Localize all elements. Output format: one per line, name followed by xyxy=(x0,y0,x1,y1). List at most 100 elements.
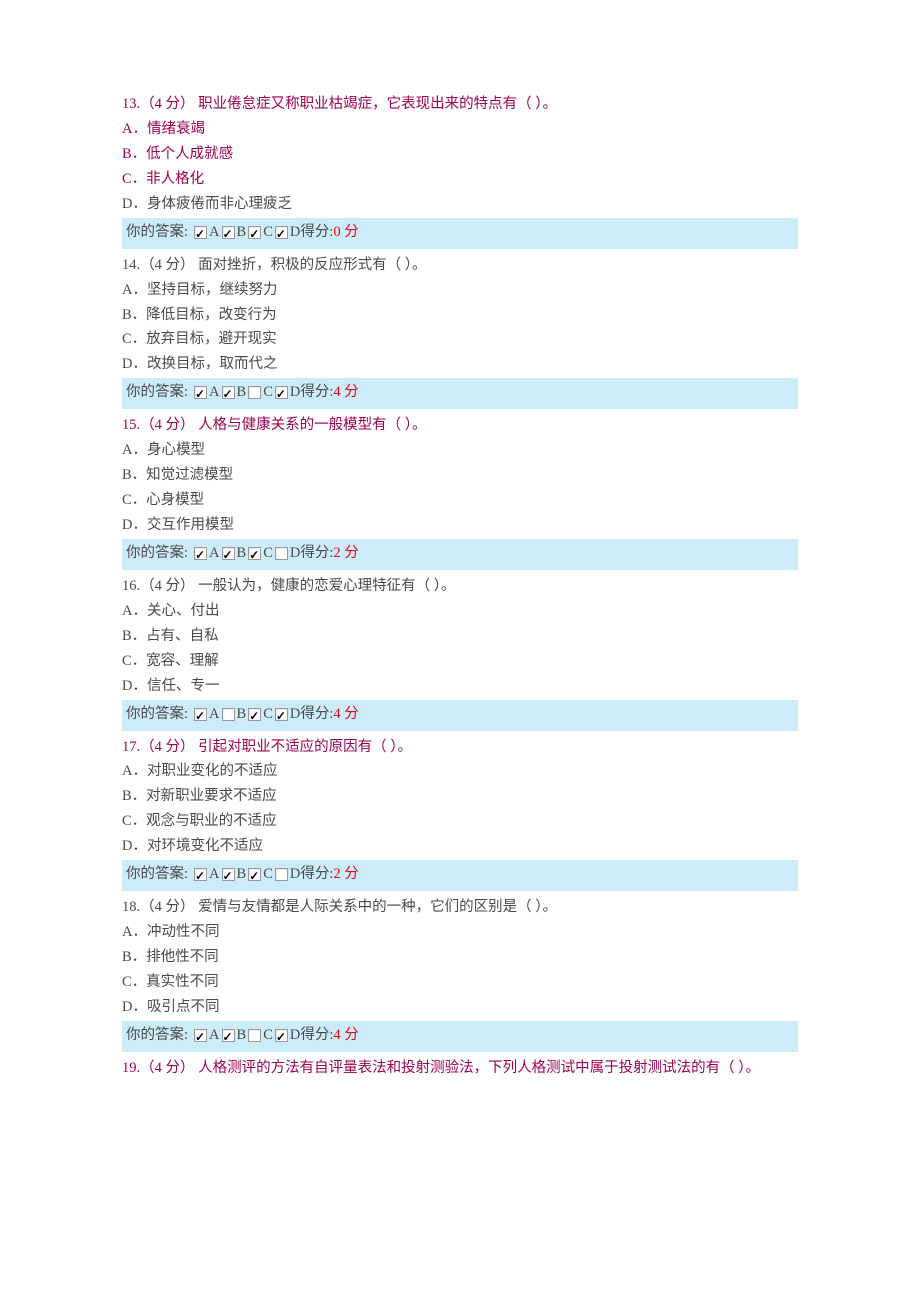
your-answer-label: 你的答案: xyxy=(126,1023,188,1048)
option: C．非人格化 xyxy=(122,167,798,192)
question-13: 13.（4 分） 职业倦怠症又称职业枯竭症，它表现出来的特点有（ ）。A．情绪衰… xyxy=(122,92,798,249)
your-answer-label: 你的答案: xyxy=(126,220,188,245)
checkbox-D[interactable] xyxy=(275,1029,288,1042)
checkbox-A[interactable] xyxy=(194,868,207,881)
question-stem: 16.（4 分） 一般认为，健康的恋爱心理特征有（ ）。 xyxy=(122,574,798,599)
option: A．身心模型 xyxy=(122,438,798,463)
option: B．知觉过滤模型 xyxy=(122,463,798,488)
checkbox-B[interactable] xyxy=(222,1029,235,1042)
question-stem: 13.（4 分） 职业倦怠症又称职业枯竭症，它表现出来的特点有（ ）。 xyxy=(122,92,798,117)
option: C．放弃目标，避开现实 xyxy=(122,327,798,352)
answer-bar: 你的答案: A B C D 得分: 2 分 xyxy=(122,539,798,570)
your-answer-label: 你的答案: xyxy=(126,862,188,887)
answer-letter: B xyxy=(237,380,247,405)
checkbox-C[interactable] xyxy=(248,547,261,560)
question-17: 17.（4 分） 引起对职业不适应的原因有（ ）。A．对职业变化的不适应B．对新… xyxy=(122,735,798,892)
answer-bar: 你的答案: A B C D 得分: 4 分 xyxy=(122,1021,798,1052)
question-15: 15.（4 分） 人格与健康关系的一般模型有（ ）。A．身心模型B．知觉过滤模型… xyxy=(122,413,798,570)
answer-letter: D xyxy=(290,541,300,566)
question-14: 14.（4 分） 面对挫折，积极的反应形式有（ ）。A．坚持目标，继续努力B．降… xyxy=(122,253,798,410)
answer-letter: B xyxy=(237,541,247,566)
question-stem: 17.（4 分） 引起对职业不适应的原因有（ ）。 xyxy=(122,735,798,760)
checkbox-A[interactable] xyxy=(194,1029,207,1042)
question-stem: 19.（4 分） 人格测评的方法有自评量表法和投射测验法，下列人格测试中属于投射… xyxy=(122,1056,798,1081)
answer-letter: B xyxy=(237,862,247,887)
option: C．心身模型 xyxy=(122,488,798,513)
checkbox-B[interactable] xyxy=(222,386,235,399)
option: D．信任、专一 xyxy=(122,674,798,699)
answer-letter: C xyxy=(263,380,273,405)
option: B．低个人成就感 xyxy=(122,142,798,167)
your-answer-label: 你的答案: xyxy=(126,702,188,727)
questions-list: 13.（4 分） 职业倦怠症又称职业枯竭症，它表现出来的特点有（ ）。A．情绪衰… xyxy=(122,92,798,1081)
score-label: 得分: xyxy=(300,862,333,887)
your-answer-label: 你的答案: xyxy=(126,541,188,566)
option: B．降低目标，改变行为 xyxy=(122,303,798,328)
option: C．真实性不同 xyxy=(122,970,798,995)
answer-bar: 你的答案: A B C D 得分: 4 分 xyxy=(122,700,798,731)
answer-letter: C xyxy=(263,220,273,245)
checkbox-C[interactable] xyxy=(248,226,261,239)
checkbox-D[interactable] xyxy=(275,386,288,399)
checkbox-D[interactable] xyxy=(275,226,288,239)
checkbox-C[interactable] xyxy=(248,1029,261,1042)
option: A．对职业变化的不适应 xyxy=(122,759,798,784)
checkbox-A[interactable] xyxy=(194,547,207,560)
score-label: 得分: xyxy=(300,702,333,727)
checkbox-B[interactable] xyxy=(222,708,235,721)
answer-letter: B xyxy=(237,220,247,245)
score-label: 得分: xyxy=(300,1023,333,1048)
option: D．吸引点不同 xyxy=(122,995,798,1020)
answer-letter: A xyxy=(209,220,219,245)
option: B．对新职业要求不适应 xyxy=(122,784,798,809)
question-16: 16.（4 分） 一般认为，健康的恋爱心理特征有（ ）。A．关心、付出B．占有、… xyxy=(122,574,798,731)
option: A．关心、付出 xyxy=(122,599,798,624)
answer-letter: D xyxy=(290,380,300,405)
answer-letter: D xyxy=(290,1023,300,1048)
checkbox-A[interactable] xyxy=(194,226,207,239)
checkbox-D[interactable] xyxy=(275,708,288,721)
answer-letter: B xyxy=(237,1023,247,1048)
score-label: 得分: xyxy=(300,541,333,566)
answer-letter: A xyxy=(209,380,219,405)
checkbox-C[interactable] xyxy=(248,386,261,399)
checkbox-A[interactable] xyxy=(194,708,207,721)
answer-letter: B xyxy=(237,702,247,727)
checkbox-D[interactable] xyxy=(275,547,288,560)
option: D．交互作用模型 xyxy=(122,513,798,538)
answer-letter: C xyxy=(263,862,273,887)
checkbox-D[interactable] xyxy=(275,868,288,881)
option: D．身体疲倦而非心理疲乏 xyxy=(122,192,798,217)
score-value: 4 分 xyxy=(333,702,358,727)
checkbox-B[interactable] xyxy=(222,226,235,239)
answer-letter: A xyxy=(209,541,219,566)
option: A．坚持目标，继续努力 xyxy=(122,278,798,303)
answer-letter: C xyxy=(263,1023,273,1048)
option: A．情绪衰竭 xyxy=(122,117,798,142)
answer-letter: C xyxy=(263,541,273,566)
answer-letter: A xyxy=(209,702,219,727)
score-value: 2 分 xyxy=(333,541,358,566)
score-value: 0 分 xyxy=(333,220,358,245)
score-label: 得分: xyxy=(300,220,333,245)
option: C．观念与职业的不适应 xyxy=(122,809,798,834)
checkbox-B[interactable] xyxy=(222,547,235,560)
score-value: 4 分 xyxy=(333,1023,358,1048)
answer-letter: A xyxy=(209,862,219,887)
option: D．对环境变化不适应 xyxy=(122,834,798,859)
option: C．宽容、理解 xyxy=(122,649,798,674)
checkbox-C[interactable] xyxy=(248,708,261,721)
question-stem: 14.（4 分） 面对挫折，积极的反应形式有（ ）。 xyxy=(122,253,798,278)
score-value: 2 分 xyxy=(333,862,358,887)
option: A．冲动性不同 xyxy=(122,920,798,945)
score-label: 得分: xyxy=(300,380,333,405)
question-stem: 18.（4 分） 爱情与友情都是人际关系中的一种，它们的区别是（ ）。 xyxy=(122,895,798,920)
option: B．排他性不同 xyxy=(122,945,798,970)
question-18: 18.（4 分） 爱情与友情都是人际关系中的一种，它们的区别是（ ）。A．冲动性… xyxy=(122,895,798,1052)
answer-bar: 你的答案: A B C D 得分: 0 分 xyxy=(122,218,798,249)
checkbox-B[interactable] xyxy=(222,868,235,881)
checkbox-A[interactable] xyxy=(194,386,207,399)
checkbox-C[interactable] xyxy=(248,868,261,881)
question-stem: 15.（4 分） 人格与健康关系的一般模型有（ ）。 xyxy=(122,413,798,438)
answer-bar: 你的答案: A B C D 得分: 2 分 xyxy=(122,860,798,891)
